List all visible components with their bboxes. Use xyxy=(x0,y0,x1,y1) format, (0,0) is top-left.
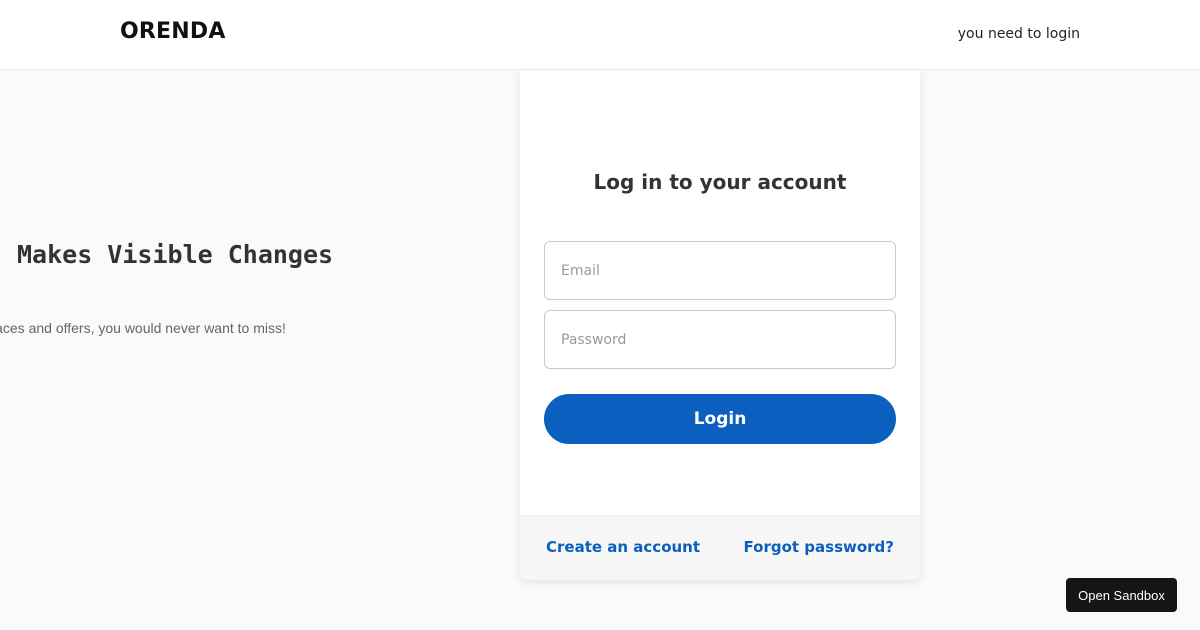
create-account-link[interactable]: Create an account xyxy=(546,538,700,556)
login-card-footer: Create an account Forgot password? xyxy=(520,515,920,580)
login-status-text: you need to login xyxy=(957,26,1080,42)
brand-logo[interactable]: ORENDA xyxy=(120,19,226,44)
hero-subtitle: laces and offers, you would never want t… xyxy=(0,320,286,336)
login-button[interactable]: Login xyxy=(544,394,896,444)
open-sandbox-button[interactable]: Open Sandbox xyxy=(1066,578,1177,612)
forgot-password-link[interactable]: Forgot password? xyxy=(744,538,895,556)
password-field[interactable] xyxy=(544,310,896,369)
email-field[interactable] xyxy=(544,241,896,300)
login-card-title: Log in to your account xyxy=(593,170,847,194)
login-card: Log in to your account Login Create an a… xyxy=(520,70,920,580)
hero-title: Makes Visible Changes xyxy=(17,240,334,269)
top-navbar: ORENDA you need to login xyxy=(0,0,1200,70)
